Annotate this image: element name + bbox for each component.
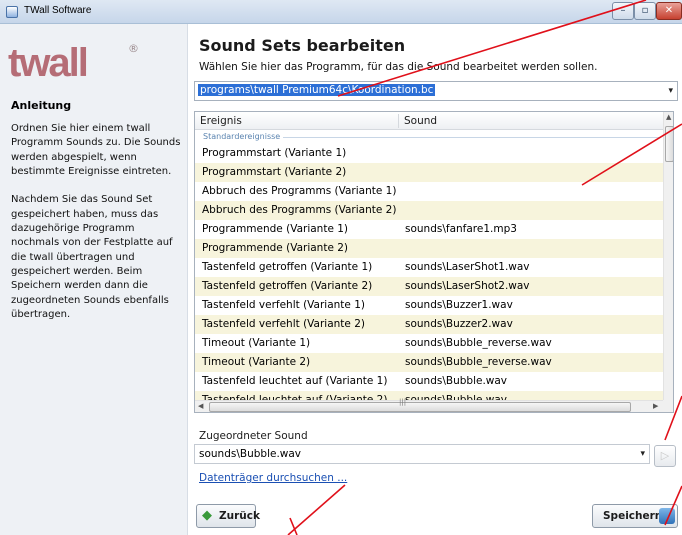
event-cell: Tastenfeld getroffen (Variante 2) (202, 280, 373, 292)
table-row[interactable]: Abbruch des Programms (Variante 1) (195, 182, 663, 201)
group-divider (283, 137, 661, 138)
sound-cell: sounds\LaserShot2.wav (405, 280, 530, 292)
scroll-up-icon[interactable]: ▲ (666, 113, 671, 121)
save-button-label: Speichern (603, 510, 663, 522)
group-label: Standardereignisse (203, 132, 281, 141)
scrollbar-corner (663, 400, 673, 412)
table-row[interactable]: Tastenfeld getroffen (Variante 1) sounds\… (195, 258, 663, 277)
play-button[interactable]: ▷ (654, 445, 676, 467)
sound-cell: sounds\LaserShot1.wav (405, 261, 530, 273)
back-arrow-icon: ◆ (202, 508, 212, 523)
twall-logo: twall ® (8, 38, 158, 88)
minimize-button[interactable]: – (612, 2, 634, 20)
event-cell: Programmstart (Variante 1) (202, 147, 347, 159)
chevron-down-icon[interactable]: ▾ (640, 449, 645, 459)
table-row[interactable]: Programmstart (Variante 2) (195, 163, 663, 182)
scroll-right-icon[interactable]: ▶ (653, 402, 658, 410)
column-header-event[interactable]: Ereignis (200, 115, 242, 127)
table-row[interactable]: Programmende (Variante 2) (195, 239, 663, 258)
page-title: Sound Sets bearbeiten (199, 36, 406, 55)
save-button[interactable]: Speichern (592, 504, 678, 528)
maximize-button[interactable]: ▫ (634, 2, 656, 20)
instructions-text: Ordnen Sie hier einem twall Programm Sou… (11, 123, 181, 320)
table-header: Ereignis Sound (195, 112, 663, 130)
table-row[interactable]: Programmstart (Variante 1) (195, 144, 663, 163)
program-select[interactable]: programs\twall Premium64c\Koordination.b… (194, 81, 678, 101)
scroll-left-icon[interactable]: ◀ (198, 402, 203, 410)
registered-mark: ® (128, 42, 139, 55)
sound-cell: sounds\fanfare1.mp3 (405, 223, 517, 235)
horizontal-scrollbar[interactable]: ◀ ||| ▶ (195, 398, 663, 412)
horizontal-scroll-thumb[interactable] (209, 402, 631, 412)
sound-cell: sounds\Buzzer2.wav (405, 318, 513, 330)
assigned-sound-label: Zugeordneter Sound (199, 430, 308, 442)
column-header-sound[interactable]: Sound (404, 115, 437, 127)
grip-icon: ||| (399, 398, 407, 406)
event-cell: Tastenfeld getroffen (Variante 1) (202, 261, 373, 273)
vertical-scroll-thumb[interactable] (665, 126, 673, 162)
table-row[interactable]: Timeout (Variante 1) sounds\Bubble_revers… (195, 334, 663, 353)
app-icon (6, 6, 18, 18)
table-row[interactable]: Tastenfeld verfehlt (Variante 1) sounds\B… (195, 296, 663, 315)
main-panel: Sound Sets bearbeiten Wählen Sie hier da… (188, 24, 682, 535)
event-cell: Timeout (Variante 2) (202, 356, 311, 368)
table-row[interactable]: Tastenfeld leuchtet auf (Variante 1) soun… (195, 372, 663, 391)
event-cell: Tastenfeld leuchtet auf (Variante 1) (202, 375, 388, 387)
vertical-scrollbar[interactable]: ▲ (663, 112, 673, 400)
sound-cell: sounds\Bubble_reverse.wav (405, 356, 552, 368)
logo-text: twall (8, 41, 89, 85)
instructions-heading: Anleitung (11, 99, 72, 112)
table-row[interactable]: Timeout (Variante 2) sounds\Bubble_revers… (195, 353, 663, 372)
event-cell: Programmende (Variante 2) (202, 242, 349, 254)
window-title: TWall Software (24, 5, 92, 16)
event-cell: Abbruch des Programms (Variante 1) (202, 185, 397, 197)
event-cell: Tastenfeld verfehlt (Variante 2) (202, 318, 365, 330)
table-row[interactable]: Programmende (Variante 1) sounds\fanfare1… (195, 220, 663, 239)
event-cell: Timeout (Variante 1) (202, 337, 311, 349)
table-row[interactable]: Tastenfeld getroffen (Variante 2) sounds\… (195, 277, 663, 296)
sidebar: twall ® Anleitung Ordnen Sie hier einem … (0, 24, 188, 535)
browse-disk-link[interactable]: Datenträger durchsuchen ... (199, 472, 347, 484)
table-body: Programmstart (Variante 1) Programmstart … (195, 144, 663, 410)
events-table: Ereignis Sound Standardereignisse Progra… (194, 111, 674, 413)
event-cell: Abbruch des Programms (Variante 2) (202, 204, 397, 216)
close-button[interactable]: ✕ (656, 2, 682, 20)
back-button-label: Zurück (219, 510, 260, 522)
sound-select-value: sounds\Bubble.wav (199, 448, 302, 460)
event-cell: Programmende (Variante 1) (202, 223, 349, 235)
back-button[interactable]: ◆ Zurück (196, 504, 260, 528)
table-row[interactable]: Abbruch des Programms (Variante 2) (195, 201, 663, 220)
page-subtitle: Wählen Sie hier das Programm, für das di… (199, 61, 598, 73)
chevron-down-icon[interactable]: ▾ (668, 86, 673, 96)
save-icon (659, 508, 675, 524)
column-divider[interactable] (398, 114, 399, 128)
program-select-value: programs\twall Premium64c\Koordination.b… (198, 84, 436, 96)
table-row[interactable]: Tastenfeld verfehlt (Variante 2) sounds\B… (195, 315, 663, 334)
sound-cell: sounds\Bubble_reverse.wav (405, 337, 552, 349)
title-bar: TWall Software – ▫ ✕ (0, 0, 682, 24)
sound-select[interactable]: sounds\Bubble.wav ▾ (194, 444, 650, 464)
play-icon: ▷ (660, 449, 670, 462)
sound-cell: sounds\Buzzer1.wav (405, 299, 513, 311)
event-cell: Programmstart (Variante 2) (202, 166, 347, 178)
event-cell: Tastenfeld verfehlt (Variante 1) (202, 299, 365, 311)
sound-cell: sounds\Bubble.wav (405, 375, 508, 387)
